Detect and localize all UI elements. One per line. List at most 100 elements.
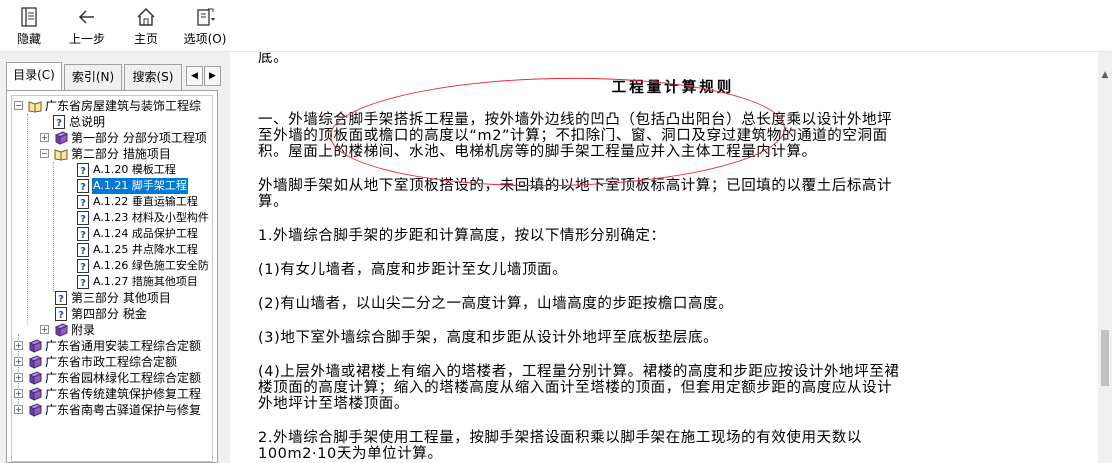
- tree-label: A.1.26 绿色施工安全防: [93, 259, 209, 272]
- closed-book-icon: [28, 403, 42, 417]
- tree-label: 广东省通用安装工程综合定额: [45, 339, 202, 353]
- tree-node-a127[interactable]: ? A.1.27 措施其他项目: [14, 274, 212, 290]
- tab-contents[interactable]: 目录(C): [6, 62, 62, 90]
- home-icon: [137, 7, 155, 26]
- help-page-icon: ?: [77, 163, 89, 177]
- tree-node-a125[interactable]: ? A.1.25 井点降水工程: [14, 242, 212, 258]
- svg-text:?: ?: [80, 198, 86, 209]
- closed-book-icon: [54, 131, 68, 145]
- back-label: 上一步: [68, 32, 105, 46]
- tree-node-a124[interactable]: ? A.1.24 成品保护工程: [14, 226, 212, 242]
- svg-text:?: ?: [80, 262, 86, 273]
- scrollbar-thumb[interactable]: [1101, 330, 1109, 386]
- tree-label: 总说明: [69, 115, 106, 129]
- help-page-icon: ?: [53, 115, 65, 129]
- tree-node-a126[interactable]: ? A.1.26 绿色施工安全防: [14, 258, 212, 274]
- tab-index[interactable]: 索引(N): [64, 64, 122, 90]
- paragraph-7-line-3: 外地坪计至塔楼顶面。: [258, 396, 409, 412]
- expand-icon[interactable]: +: [40, 325, 49, 334]
- paragraph-5: (2)有山墙者，以山尖二分之一高度计算，山墙高度的步距按檐口高度。: [258, 296, 734, 312]
- tab-search[interactable]: 搜索(S): [124, 64, 182, 90]
- tree-label: 第二部分 措施项目: [71, 147, 171, 161]
- closed-book-icon: [54, 323, 68, 337]
- tree-label: A.1.24 成品保护工程: [93, 227, 198, 240]
- top-fragment: 底。: [258, 52, 289, 64]
- svg-text:?: ?: [80, 214, 86, 225]
- tree-node-part4[interactable]: ? 第四部分 税金: [14, 306, 212, 322]
- tree-node-b5[interactable]: + 广东省南粤古驿道保护与修复: [14, 402, 212, 418]
- hide-label: 隐藏: [16, 32, 41, 46]
- toolbar: 隐藏 上一步 主页 选项(O): [0, 0, 1112, 52]
- svg-text:?: ?: [80, 246, 86, 257]
- scroll-up-icon[interactable]: ▲: [1100, 70, 1110, 80]
- tree-node-part2[interactable]: − 第二部分 措施项目: [14, 146, 212, 162]
- expand-icon[interactable]: +: [14, 373, 23, 382]
- paragraph-3: 1.外墙综合脚手架的步距和计算高度，按以下情形分别确定：: [258, 228, 666, 244]
- hide-button[interactable]: 隐藏: [14, 6, 44, 50]
- page-title: 工程量计算规则: [611, 80, 735, 96]
- expand-icon[interactable]: +: [40, 133, 49, 142]
- paragraph-7-line-1: (4)上层外墙或裙楼上有缩入的塔楼者，工程量分别计算。裙楼的高度和步距应按设计外…: [258, 364, 900, 380]
- closed-book-icon: [28, 371, 42, 385]
- help-page-icon: ?: [77, 227, 89, 241]
- paragraph-4: (1)有女儿墙者，高度和步距计至女儿墙顶面。: [258, 262, 568, 278]
- hide-pane-icon: [21, 7, 37, 27]
- tab-scroll-left-icon[interactable]: ◀: [186, 66, 203, 86]
- open-book-icon: [28, 101, 42, 113]
- tree-node-overview[interactable]: ? 总说明: [14, 114, 212, 130]
- topic-content: 底。 工程量计算规则 一、外墙综合脚手架搭拆工程量，按外墙外边线的凹凸（包括凸出…: [230, 52, 1098, 463]
- tree-label: A.1.20 模板工程: [93, 163, 176, 176]
- paragraph-1-line-3: 积。屋面上的楼梯间、水池、电梯机房等的脚手架工程量应并入主体工程量内计算。: [258, 144, 817, 160]
- back-button[interactable]: 上一步: [68, 6, 106, 50]
- tree-label: A.1.25 井点降水工程: [93, 243, 198, 256]
- tree-node-a120[interactable]: ? A.1.20 模板工程: [14, 162, 212, 178]
- tree-label: 广东省园林绿化工程综合定额: [45, 371, 202, 385]
- expand-icon[interactable]: +: [14, 405, 23, 414]
- paragraph-7-line-2: 楼顶面的高度计算；缩入的塔楼高度从缩入面计至塔楼的顶面，但套用定额步距的高度应从…: [258, 380, 893, 396]
- back-arrow-icon: [78, 10, 94, 24]
- tree-node-a121-selected[interactable]: ? A.1.21 脚手架工程: [14, 178, 212, 194]
- options-icon: [197, 8, 215, 26]
- tree-label: A.1.23 材料及小型构件: [93, 211, 209, 224]
- closed-book-icon: [28, 339, 42, 353]
- contents-tree: − 广东省房屋建筑与装饰工程综 ? 总说明 + 第一部分 分部分项工程项 − 第…: [14, 98, 212, 418]
- tree-node-part3[interactable]: ? 第三部分 其他项目: [14, 290, 212, 306]
- paragraph-2-line-2: 算。: [258, 194, 289, 210]
- help-page-icon: ?: [77, 275, 89, 289]
- open-book-icon: [54, 149, 68, 161]
- expand-icon[interactable]: +: [14, 341, 23, 350]
- tree-node-a123[interactable]: ? A.1.23 材料及小型构件: [14, 210, 212, 226]
- tree-label: 广东省传统建筑保护修复工程: [45, 387, 202, 401]
- collapse-icon[interactable]: −: [14, 101, 23, 110]
- options-label: 选项(O): [183, 32, 227, 46]
- expand-icon[interactable]: +: [14, 389, 23, 398]
- help-page-icon: ?: [55, 291, 67, 305]
- tab-scroll-right-icon[interactable]: ▶: [204, 66, 221, 86]
- collapse-icon[interactable]: −: [40, 149, 49, 158]
- tree-node-b3[interactable]: + 广东省园林绿化工程综合定额: [14, 370, 212, 386]
- home-button[interactable]: 主页: [132, 6, 160, 50]
- tree-label: A.1.27 措施其他项目: [93, 275, 198, 288]
- paragraph-1-line-2: 至外墙的顶板面或檐口的高度以“m2”计算；不扣除门、窗、洞口及穿过建筑物的通道的…: [258, 128, 888, 144]
- help-page-icon: ?: [77, 259, 89, 273]
- navigation-pane: 目录(C) 索引(N) 搜索(S) ◀ ▶ − 广东省房屋建筑与装饰工程综 ? …: [0, 52, 224, 463]
- tree-label: 第三部分 其他项目: [71, 291, 171, 305]
- svg-text:?: ?: [80, 230, 86, 241]
- paragraph-8-line-2: 100m2·10天为单位计算。: [258, 446, 443, 462]
- contents-tree-frame: − 广东省房屋建筑与装饰工程综 ? 总说明 + 第一部分 分部分项工程项 − 第…: [11, 95, 213, 462]
- tree-node-root[interactable]: − 广东省房屋建筑与装饰工程综: [14, 98, 212, 114]
- expand-icon[interactable]: +: [14, 357, 23, 366]
- help-page-icon: ?: [77, 195, 89, 209]
- svg-text:?: ?: [80, 166, 86, 177]
- vertical-scrollbar[interactable]: ▲: [1098, 52, 1112, 463]
- tree-node-b4[interactable]: + 广东省传统建筑保护修复工程: [14, 386, 212, 402]
- options-button[interactable]: 选项(O): [183, 6, 227, 50]
- tree-node-part1[interactable]: + 第一部分 分部分项工程项: [14, 130, 212, 146]
- tree-node-a122[interactable]: ? A.1.22 垂直运输工程: [14, 194, 212, 210]
- svg-text:?: ?: [80, 182, 86, 193]
- tree-node-b2[interactable]: + 广东省市政工程综合定额: [14, 354, 212, 370]
- tree-node-appendix[interactable]: + 附录: [14, 322, 212, 338]
- tree-node-b1[interactable]: + 广东省通用安装工程综合定额: [14, 338, 212, 354]
- help-viewer-window: 隐藏 上一步 主页 选项(O) 目录(C) 索引(N) 搜索(S) ◀ ▶ − …: [0, 0, 1112, 463]
- tree-label: 附录: [71, 323, 96, 337]
